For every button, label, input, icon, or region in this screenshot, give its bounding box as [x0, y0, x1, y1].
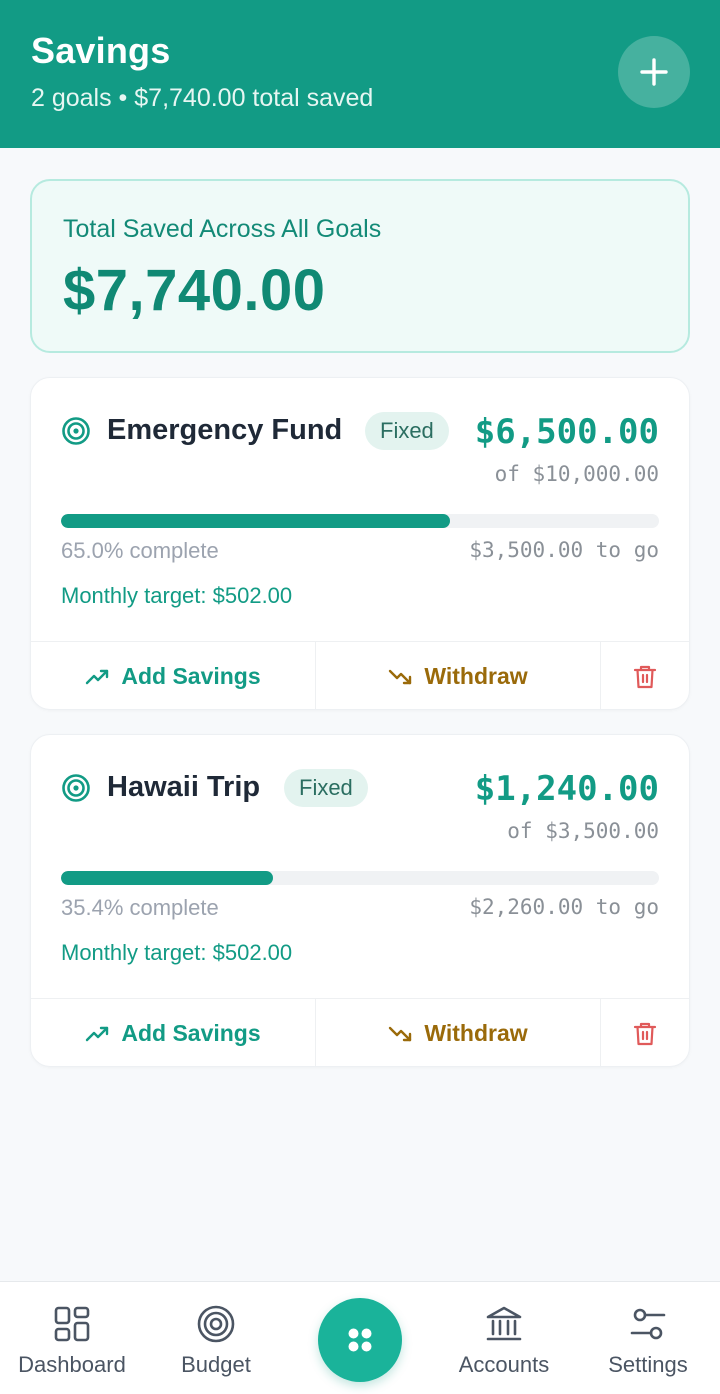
delete-goal-button[interactable] [601, 642, 689, 709]
trending-up-icon [86, 669, 109, 684]
trash-icon [633, 665, 657, 688]
withdraw-button[interactable]: Withdraw [316, 999, 601, 1066]
page-title: Savings [31, 30, 171, 71]
nav-label: Accounts [458, 1352, 550, 1377]
delete-goal-button[interactable] [601, 999, 689, 1066]
goal-progress-fill [61, 871, 273, 885]
goal-progress-bar [61, 871, 659, 885]
goal-name: Emergency Fund [107, 414, 343, 446]
target-icon [62, 417, 90, 445]
goal-card: Hawaii Trip Fixed $1,240.00 of $3,500.00… [30, 734, 690, 1067]
goal-percent-complete: 65.0% complete [61, 538, 219, 563]
center-menu-button[interactable] [318, 1298, 402, 1382]
add-savings-label: Add Savings [121, 663, 261, 689]
withdraw-label: Withdraw [424, 663, 528, 689]
goal-card: Emergency Fund Fixed $6,500.00 of $10,00… [30, 377, 690, 710]
goal-percent-complete: 35.4% complete [61, 895, 219, 920]
goal-actions: Add Savings Withdraw [31, 998, 689, 1066]
goal-target-amount: of $10,000.00 [494, 462, 659, 486]
nav-label: Dashboard [18, 1352, 126, 1377]
grid-dots-icon [348, 1328, 372, 1352]
goal-type-badge: Fixed [365, 412, 449, 450]
app-header: Savings 2 goals • $7,740.00 total saved [0, 0, 720, 148]
total-saved-label: Total Saved Across All Goals [63, 215, 382, 243]
add-savings-label: Add Savings [121, 1020, 261, 1046]
total-saved-card: Total Saved Across All Goals $7,740.00 [30, 179, 690, 353]
sliders-icon [630, 1308, 666, 1340]
plus-icon [640, 58, 668, 86]
target-icon [197, 1305, 235, 1343]
goal-remaining: $2,260.00 to go [469, 895, 659, 919]
trending-up-icon [86, 1026, 109, 1041]
goal-saved-amount: $6,500.00 [474, 412, 659, 452]
target-icon [62, 774, 90, 802]
trending-down-icon [389, 1026, 412, 1041]
goal-saved-amount: $1,240.00 [474, 769, 659, 809]
nav-label: Settings [608, 1352, 688, 1377]
add-savings-button[interactable]: Add Savings [31, 642, 316, 709]
nav-item-budget[interactable]: Budget [156, 1282, 276, 1394]
page-subtitle: 2 goals • $7,740.00 total saved [31, 84, 374, 112]
add-savings-button[interactable]: Add Savings [31, 999, 316, 1066]
goal-monthly-target: Monthly target: $502.00 [61, 940, 293, 965]
bank-icon [486, 1306, 522, 1341]
goal-name: Hawaii Trip [107, 771, 261, 803]
nav-item-settings[interactable]: Settings [588, 1282, 708, 1394]
nav-label: Budget [181, 1352, 251, 1377]
goal-progress-bar [61, 514, 659, 528]
trending-down-icon [389, 669, 412, 684]
withdraw-label: Withdraw [424, 1020, 528, 1046]
nav-item-accounts[interactable]: Accounts [444, 1282, 564, 1394]
goal-monthly-target: Monthly target: $502.00 [61, 583, 293, 608]
goal-target-amount: of $3,500.00 [507, 819, 659, 843]
trash-icon [633, 1022, 657, 1045]
add-goal-button[interactable] [618, 36, 690, 108]
withdraw-button[interactable]: Withdraw [316, 642, 601, 709]
dashboard-icon [54, 1306, 90, 1342]
total-saved-amount: $7,740.00 [63, 258, 326, 323]
goal-progress-fill [61, 514, 450, 528]
goal-actions: Add Savings Withdraw [31, 641, 689, 709]
nav-item-dashboard[interactable]: Dashboard [12, 1282, 132, 1394]
goal-remaining: $3,500.00 to go [469, 538, 659, 562]
goal-type-badge: Fixed [284, 769, 368, 807]
